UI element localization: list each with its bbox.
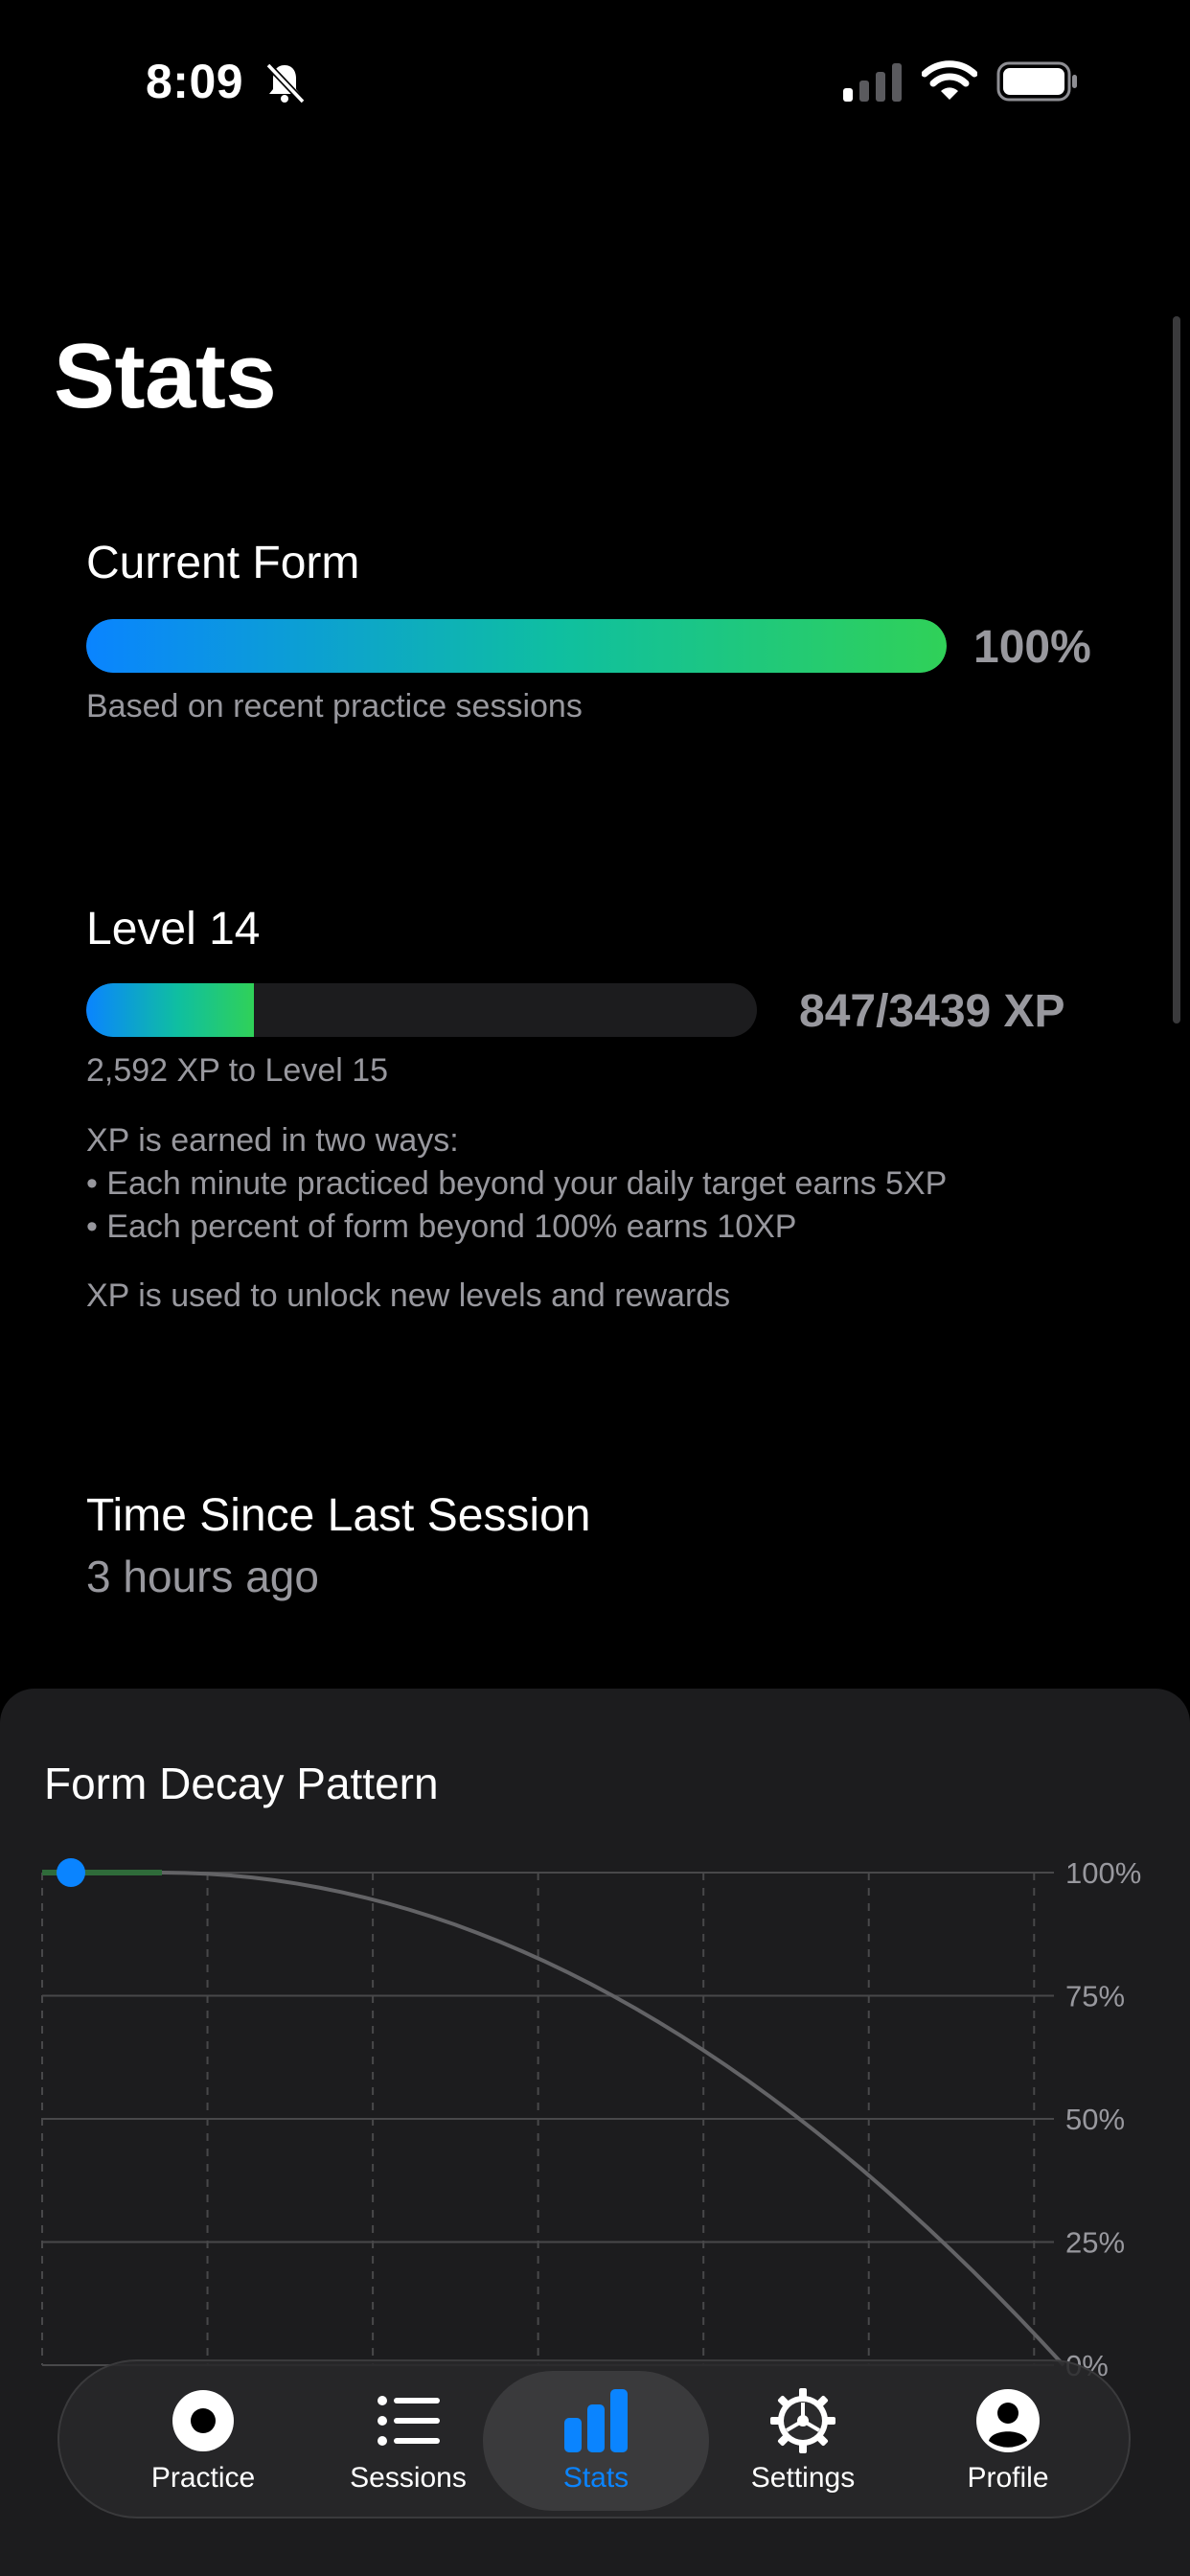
tab-profile[interactable]: Profile [903,2361,1113,2520]
last-session-value: 3 hours ago [86,1552,319,1601]
list-icon [378,2396,440,2446]
tab-bar: Practice Sessions Stats Settings Profile [57,2359,1131,2518]
level-progress-bar [86,983,757,1037]
level-title: Level 14 [86,904,261,954]
tab-label: Settings [750,2462,856,2494]
status-time: 8:09 [146,55,244,108]
tab-practice[interactable]: Practice [98,2361,309,2520]
xp-info-line: • Each percent of form beyond 100% earns… [86,1208,797,1245]
xp-info-line: • Each minute practiced beyond your dail… [86,1165,948,1202]
tab-stats[interactable]: Stats [491,2361,701,2520]
record-icon [172,2390,234,2451]
person-circle-icon [976,2389,1040,2452]
current-form-percent: 100% [973,622,1091,673]
last-session-title: Time Since Last Session [86,1490,591,1541]
tab-settings[interactable]: Settings [698,2361,908,2520]
xp-to-next-level: 2,592 XP to Level 15 [86,1052,389,1089]
tab-label: Sessions [350,2462,467,2494]
current-form-caption: Based on recent practice sessions [86,688,583,724]
scroll-indicator[interactable] [1173,316,1180,1024]
current-form-title: Current Form [86,538,360,588]
tab-sessions[interactable]: Sessions [303,2361,514,2520]
wifi-icon [922,60,977,100]
y-tick-label: 100% [1065,1856,1141,1890]
y-tick-label: 50% [1065,2103,1125,2136]
cellular-signal-icon [843,63,902,102]
y-tick-label: 25% [1065,2226,1125,2260]
form-decay-chart: 100%75%50%25%0% [41,1856,1141,2382]
tab-label: Practice [150,2462,256,2494]
battery-icon [996,61,1077,102]
page-title: Stats [54,325,277,427]
current-form-point [57,1858,85,1887]
gear-icon [770,2388,835,2453]
level-progress-fill [86,983,254,1037]
chart-title: Form Decay Pattern [44,1759,439,1808]
xp-info: XP is earned in two ways: • Each minute … [86,1119,947,1318]
tab-label: Profile [967,2462,1049,2494]
tab-label: Stats [562,2462,629,2494]
y-tick-label: 75% [1065,1980,1125,2013]
xp-label: 847/3439 XP [799,986,1065,1037]
current-form-bar-fill [86,619,947,673]
bell-slash-icon [265,62,306,104]
bar-chart-icon [564,2389,628,2452]
xp-info-line: XP is used to unlock new levels and rewa… [86,1277,731,1314]
xp-info-line: XP is earned in two ways: [86,1122,459,1159]
current-form-bar [86,619,947,673]
